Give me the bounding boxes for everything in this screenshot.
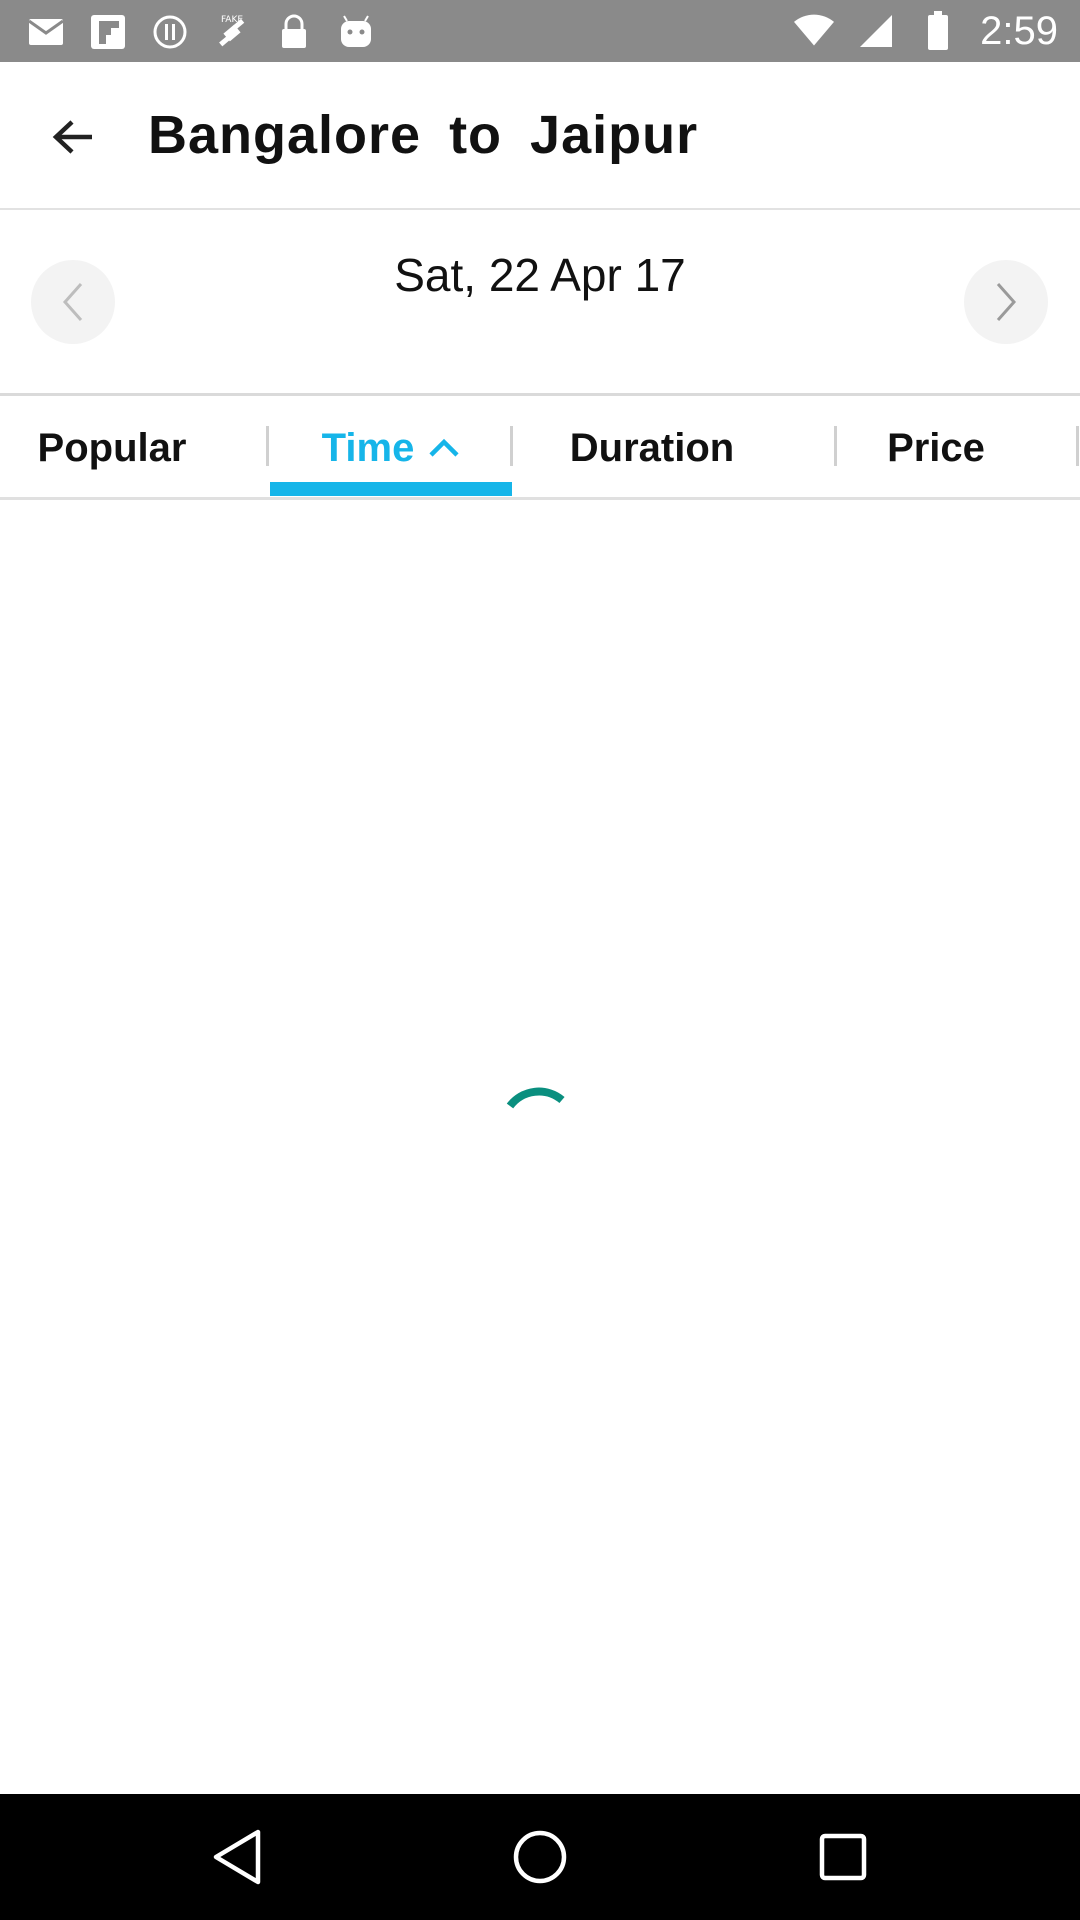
tab-duration[interactable]: Duration [512, 398, 792, 498]
battery-icon [918, 11, 958, 51]
back-triangle-icon [212, 1829, 262, 1885]
tab-popular[interactable]: Popular [0, 398, 224, 498]
page-title: Bangalore to Jaipur [148, 105, 699, 165]
app-header: Bangalore to Jaipur [0, 62, 1080, 210]
next-date-button[interactable] [964, 260, 1048, 344]
chevron-up-icon [428, 438, 460, 458]
android-icon [336, 12, 376, 52]
system-navigation-bar [0, 1794, 1080, 1920]
status-bar: FAKE 2:59 [0, 0, 1080, 62]
recents-square-icon [818, 1832, 868, 1882]
wifi-icon [794, 11, 835, 51]
tab-divider [266, 426, 269, 466]
arrow-back-icon [52, 119, 94, 155]
tab-price[interactable]: Price [836, 398, 1036, 498]
tab-label: Time [321, 425, 415, 470]
tab-label: Popular [37, 425, 187, 470]
nav-recents-button[interactable] [810, 1824, 876, 1890]
nav-home-button[interactable] [507, 1824, 573, 1890]
system-status: 2:59 [794, 6, 1058, 56]
selected-tab-indicator [270, 482, 512, 496]
loading-spinner-icon [498, 1080, 582, 1140]
tab-label: Duration [569, 425, 735, 470]
fake-gps-icon: FAKE [212, 12, 252, 52]
notification-icons: FAKE [26, 10, 376, 54]
alert-icon [150, 12, 190, 52]
date-selector: Sat, 22 Apr 17 [0, 212, 1080, 396]
sort-tabs: Popular Time Duration Price [0, 398, 1080, 500]
tab-label: Price [887, 425, 985, 470]
status-clock: 2:59 [980, 8, 1058, 53]
mail-icon [26, 12, 66, 52]
tab-divider [1076, 426, 1079, 466]
lock-icon [274, 12, 314, 52]
back-button[interactable] [38, 102, 108, 172]
home-circle-icon [512, 1829, 568, 1885]
nav-back-button[interactable] [204, 1824, 270, 1890]
signal-icon [856, 11, 896, 51]
selected-date[interactable]: Sat, 22 Apr 17 [0, 248, 1080, 302]
chevron-right-icon [994, 280, 1018, 324]
flipboard-icon [88, 12, 128, 52]
